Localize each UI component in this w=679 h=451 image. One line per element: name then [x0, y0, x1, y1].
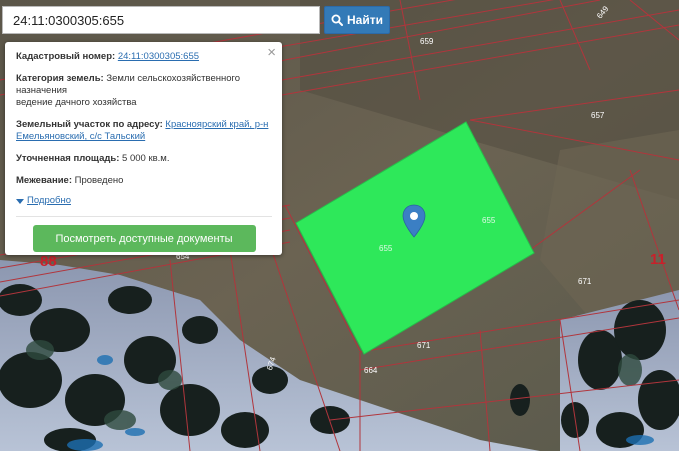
details-link[interactable]: Подробно [27, 195, 71, 207]
survey-value: Проведено [74, 175, 124, 186]
block-label: 11 [650, 251, 666, 268]
cadastral-number-row: Кадастровый номер: 24:11:0300305:655 [16, 51, 272, 63]
land-use-value: ведение дачного хозяйства [16, 97, 137, 108]
parcel-label: 671 [578, 277, 592, 286]
parcel-label: 655 [379, 244, 393, 253]
caret-down-icon [16, 198, 24, 204]
area-value: 5 000 кв.м. [122, 153, 170, 164]
parcel-label: 659 [420, 37, 434, 46]
land-category-row: Категория земель: Земли сельскохозяйстве… [16, 73, 272, 109]
parcel-info-popup: × Кадастровый номер: 24:11:0300305:655 К… [5, 42, 282, 255]
parcel-label: 655 [482, 216, 496, 225]
search-button[interactable]: Найти [324, 6, 390, 34]
search-button-label: Найти [347, 13, 383, 27]
block-label: 88 [40, 253, 57, 270]
land-category-label: Категория земель: [16, 73, 104, 84]
area-row: Уточненная площадь: 5 000 кв.м. [16, 153, 272, 165]
survey-label: Межевание: [16, 175, 72, 186]
cadastral-number-label: Кадастровый номер: [16, 51, 116, 62]
parcel-label: 664 [364, 366, 378, 375]
address-row: Земельный участок по адресу: Красноярски… [16, 119, 272, 143]
parcel-label: 671 [417, 341, 431, 350]
divider [16, 216, 272, 217]
address-label: Земельный участок по адресу: [16, 119, 163, 130]
area-label: Уточненная площадь: [16, 153, 120, 164]
cadastral-number-link[interactable]: 24:11:0300305:655 [118, 51, 199, 62]
survey-row: Межевание: Проведено [16, 175, 272, 187]
search-icon [331, 14, 343, 26]
search-input[interactable] [2, 6, 320, 34]
parcel-label: 657 [591, 111, 605, 120]
close-icon[interactable]: × [267, 45, 276, 61]
view-documents-button[interactable]: Посмотреть доступные документы [32, 225, 256, 252]
details-toggle[interactable]: Подробно [16, 195, 272, 207]
